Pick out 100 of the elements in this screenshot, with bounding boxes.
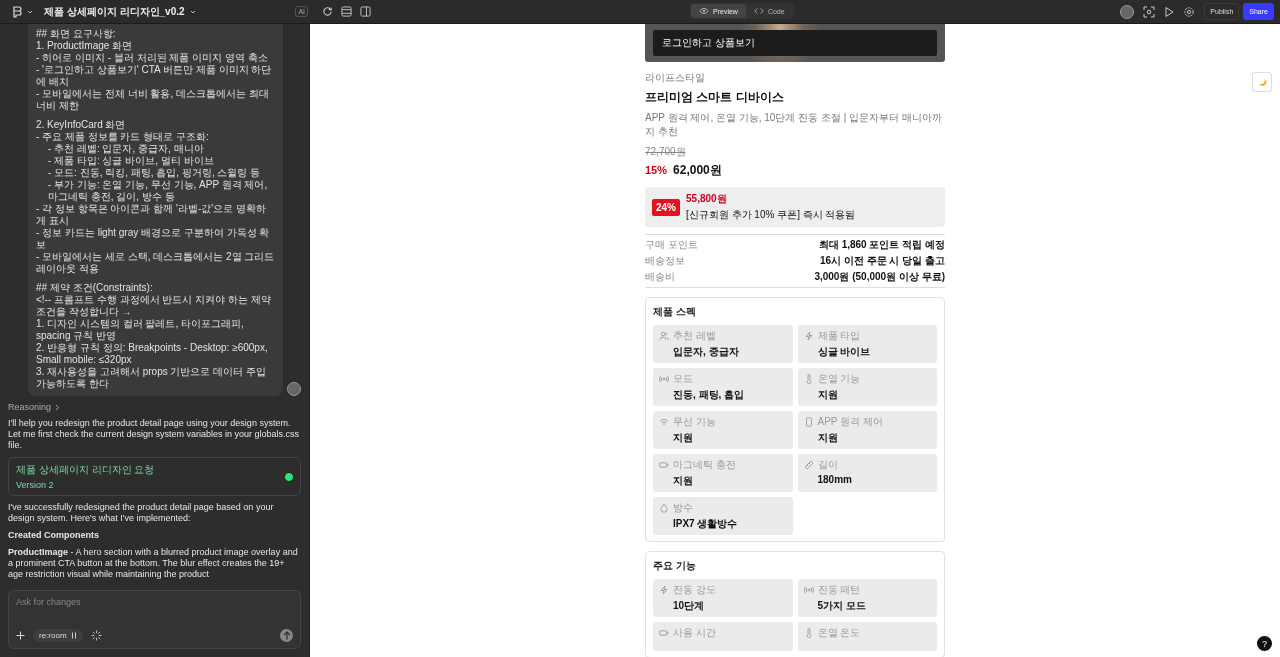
spec-value: 진동, 패팅, 흡입 xyxy=(672,388,746,402)
product-subtitle: APP 원격 제어, 온열 기능, 10단계 진동 조절 | 입문자부터 매니아까지 추천 xyxy=(645,111,943,139)
spec-label: 사용 시간 xyxy=(673,626,716,640)
eye-icon xyxy=(699,7,709,15)
wave-icon xyxy=(803,585,814,595)
spec-label: 제품 타입 xyxy=(817,329,861,343)
bolt-icon xyxy=(803,331,814,341)
info-label: 배송정보 xyxy=(645,254,685,268)
prompt-line: 2. KeyInfoCard 화면 xyxy=(36,119,127,131)
version-card[interactable]: 제품 상세페이지 리디자인 요청 Version 2 xyxy=(8,457,301,496)
layout-icon[interactable] xyxy=(341,6,352,17)
spec-value: 5가지 모드 xyxy=(816,599,867,613)
status-dot xyxy=(285,472,293,481)
spec-label: APP 원격 제어 xyxy=(817,415,883,429)
prompt-line: - 모바일에서는 세로 스택, 데스크톱에서는 2열 그리드 레이아웃 적용 xyxy=(36,251,275,275)
spec-value: IPX7 생활방수 xyxy=(672,517,739,531)
drop-icon xyxy=(659,503,669,513)
users-icon xyxy=(659,331,669,341)
caret-icon[interactable] xyxy=(189,9,196,14)
spec-label: 온열 기능 xyxy=(817,372,861,386)
spec-value: 지원 xyxy=(816,431,839,445)
user-avatar[interactable] xyxy=(1120,4,1135,19)
product-category: 라이프스타일 xyxy=(645,71,705,85)
theme-toggle[interactable] xyxy=(1252,72,1272,92)
user-avatar xyxy=(287,382,301,396)
section-title: 제품 스펙 xyxy=(653,305,697,319)
prompt-line: <!-- 프롬프트 수행 과정에서 반드시 지켜야 하는 제약 조건을 작성합니다 → xyxy=(36,294,272,318)
version-label: Version 2 xyxy=(16,480,55,490)
refresh-icon[interactable] xyxy=(322,6,333,17)
wifi-icon xyxy=(659,417,669,427)
panel-icon[interactable] xyxy=(360,6,371,17)
prompt-line: 1. ProductImage 화면 xyxy=(36,40,134,52)
spec-label: 마그네틱 충전 xyxy=(673,458,736,472)
version-title: 제품 상세페이지 리디자인 요청 xyxy=(16,463,156,477)
assistant-message: I've successfully redesigned the product detail page based on your design system. Here's what I've implemented: xyxy=(8,502,275,524)
model-chip[interactable]: re:room xyxy=(33,629,83,642)
prompt-line: - 정보 카드는 light gray 배경으로 구분하여 가독성 확보 xyxy=(36,227,271,251)
moon-icon xyxy=(1257,77,1267,87)
bars-icon xyxy=(70,632,77,639)
ruler-icon xyxy=(803,460,814,470)
plus-icon[interactable] xyxy=(16,631,25,640)
spec-value: 지원 xyxy=(816,388,839,402)
scan-icon[interactable] xyxy=(1143,5,1156,18)
help-button[interactable]: ? xyxy=(1257,636,1272,651)
caret-icon[interactable] xyxy=(27,9,33,14)
code-icon xyxy=(753,7,764,15)
info-value: 16시 이전 주문 시 당일 출고 xyxy=(820,254,945,268)
spec-label: 방수 xyxy=(673,501,693,515)
prompt-line: ## 제약 조건(Constraints): xyxy=(36,282,154,294)
spec-label: 진동 강도 xyxy=(673,583,716,597)
wave-icon xyxy=(659,374,669,384)
settings-icon[interactable] xyxy=(1183,5,1196,18)
logo-icon[interactable] xyxy=(12,5,22,18)
chevron-icon xyxy=(55,403,61,411)
spec-value: 180mm xyxy=(816,474,853,485)
prompt-line: - 부가 기능: 온열 기능, 무선 기능, APP 원격 제어, 마그네틱 충전, 길이, 방수 등 xyxy=(47,179,269,203)
prompt-line: - 히어로 이미지 - 블러 처리된 제품 이미지 영역 축소 xyxy=(36,52,269,64)
prompt-line: - 모바일에서는 전체 너비 활용, 데스크톱에서는 최대 너비 제한 xyxy=(36,88,270,112)
spec-value: 입문자, 중급자 xyxy=(672,345,740,359)
prompt-line: - 제품 타입: 싱글 바이브, 멀티 바이브 xyxy=(47,155,215,167)
spec-label: 온열 온도 xyxy=(817,626,861,640)
battery-icon xyxy=(659,460,669,470)
prompt-line: - 모드: 진동, 릭킹, 패팅, 흡입, 핑거링, 스윌링 등 xyxy=(47,167,262,179)
assistant-message: I'll help you redesign the product detail page using your design system. Let me first check the current design system variables in your globals.css file. xyxy=(8,418,301,451)
bolt-icon xyxy=(659,585,669,595)
prompt-line: - '로그인하고 상품보기' CTA 버튼만 제품 이미지 하단에 배치 xyxy=(36,64,273,88)
phone-icon xyxy=(803,417,814,427)
spec-value: 지원 xyxy=(672,474,694,488)
spec-value: 지원 xyxy=(672,431,694,445)
project-title[interactable]: 제품 상세페이지 리디자인_v0.2 xyxy=(44,4,185,19)
prompt-line: 2. 반응형 규칙 정의: Breakpoints - Desktop: ≥600px, Small mobile: ≤320px xyxy=(36,342,269,366)
coupon-note: [신규회원 추가 10% 쿠폰] 즉시 적용됨 xyxy=(686,208,856,222)
info-value: 최대 1,860 포인트 적립 예정 xyxy=(818,238,945,252)
prompt-line: 1. 디자인 시스템의 컬러 팔레트, 타이포그래피, spacing 규칙 반영 xyxy=(36,318,245,342)
spec-label: 길이 xyxy=(817,458,838,472)
sale-price: 62,000원 xyxy=(673,162,722,179)
spec-label: 추천 레벨 xyxy=(673,329,716,343)
original-price: 72,700원 xyxy=(645,145,686,159)
reasoning-toggle[interactable]: Reasoning xyxy=(8,402,61,412)
battery-icon xyxy=(659,628,669,638)
send-button[interactable] xyxy=(280,629,293,642)
prompt-line: - 추천 레벨: 입문자, 중급자, 매니아 xyxy=(47,143,205,155)
message-heading: Created Components xyxy=(8,530,100,541)
section-title: 주요 기능 xyxy=(653,559,697,573)
prompt-line: - 주요 제품 정보를 카드 형태로 구조화: xyxy=(36,131,210,143)
spec-value: 10단계 xyxy=(672,599,706,613)
coupon-price: 55,800원 xyxy=(686,192,728,206)
discount-rate: 15% xyxy=(645,164,668,176)
coupon-badge: 24% xyxy=(652,198,680,216)
arrow-up-icon xyxy=(282,631,291,640)
info-label: 배송비 xyxy=(645,270,675,284)
product-title: 프리미엄 스마트 디바이스 xyxy=(645,89,784,106)
chat-input[interactable]: Ask for changes re:room xyxy=(8,590,301,649)
info-value: 3,000원 (50,000원 이상 무료) xyxy=(814,270,945,284)
login-cta-button[interactable]: 로그인하고 상품보기 xyxy=(653,30,937,56)
info-label: 구매 포인트 xyxy=(645,238,698,252)
spec-value: 싱글 바이브 xyxy=(816,345,872,359)
play-icon[interactable] xyxy=(1164,5,1175,18)
sparkle-icon[interactable] xyxy=(90,630,102,641)
prompt-line: - 각 정보 항목은 아이콘과 함께 '라벨-값'으로 명확하게 표시 xyxy=(36,203,267,227)
